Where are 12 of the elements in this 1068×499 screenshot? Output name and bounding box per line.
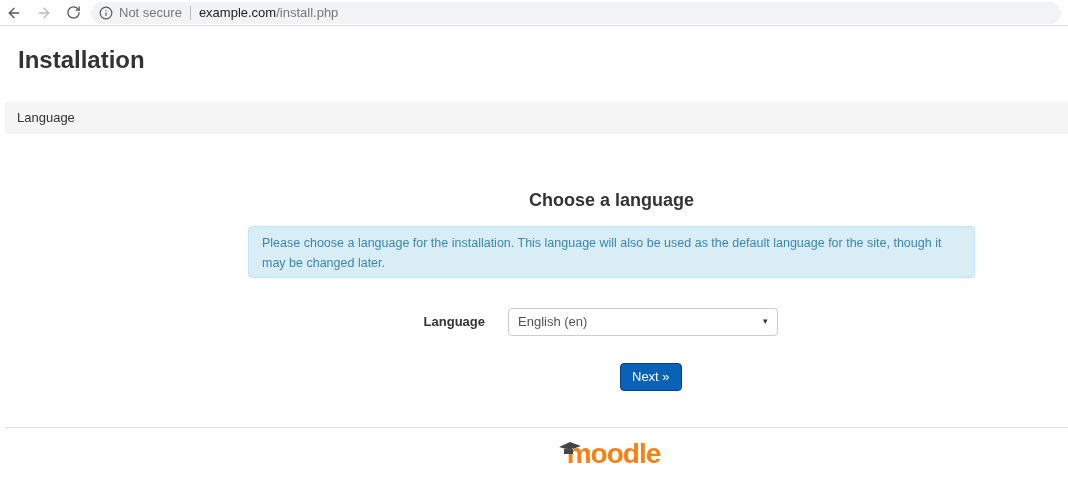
url-text: example.com/install.php: [198, 3, 339, 22]
language-label: Language: [422, 313, 485, 332]
security-label: Not secure: [119, 3, 182, 22]
info-alert: Please choose a language for the installation. This language will also be used as the default language for the site, though it may be changed later.: [248, 226, 975, 278]
reload-icon[interactable]: [66, 5, 81, 20]
address-bar[interactable]: Not secure example.com/install.php: [91, 1, 1061, 24]
language-select[interactable]: English (en) ▾: [508, 308, 778, 336]
breadcrumb-item[interactable]: Language: [17, 108, 75, 128]
page-title: Installation: [18, 46, 146, 74]
info-icon: [99, 5, 113, 20]
next-button[interactable]: Next »: [620, 363, 682, 391]
section-heading: Choose a language: [527, 189, 695, 212]
